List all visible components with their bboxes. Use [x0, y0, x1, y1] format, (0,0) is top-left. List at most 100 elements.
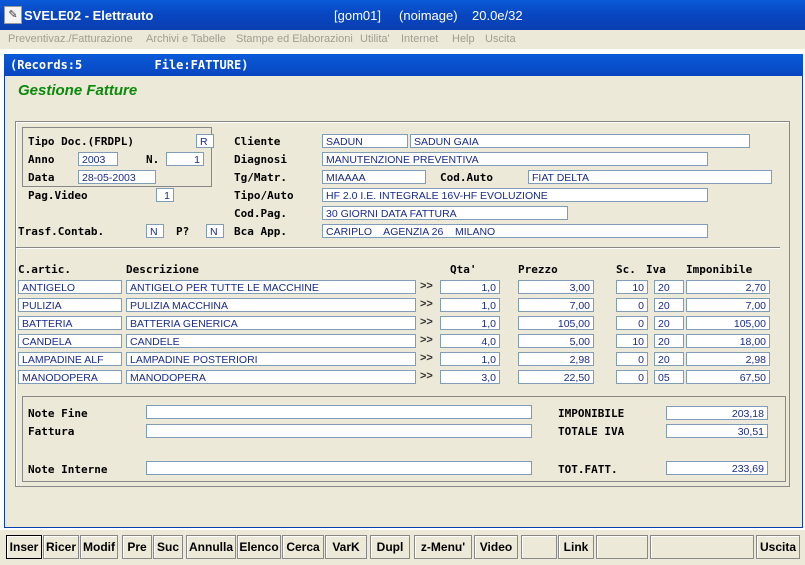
row-price[interactable]: 105,00: [518, 316, 594, 330]
uscita-button[interactable]: Uscita: [756, 535, 800, 559]
vark-button[interactable]: VarK: [325, 535, 367, 559]
row-code[interactable]: CANDELA: [18, 334, 122, 348]
data-field[interactable]: 28-05-2003: [78, 170, 156, 184]
row-qty[interactable]: 4,0: [440, 334, 500, 348]
row-sc[interactable]: 10: [616, 280, 648, 294]
elenco-button[interactable]: Elenco: [237, 535, 281, 559]
modif-button[interactable]: Modif: [80, 535, 118, 559]
anno-field[interactable]: 2003: [78, 152, 118, 166]
row-iva[interactable]: 20: [654, 280, 684, 294]
row-iva[interactable]: 20: [654, 298, 684, 312]
suc-button[interactable]: Suc: [153, 535, 183, 559]
row-imp[interactable]: 7,00: [686, 298, 770, 312]
empty-button-2[interactable]: [596, 535, 648, 559]
dupl-button[interactable]: Dupl: [370, 535, 410, 559]
row-desc[interactable]: ANTIGELO PER TUTTE LE MACCHINE: [126, 280, 416, 294]
video-button[interactable]: Video: [474, 535, 518, 559]
row-qty[interactable]: 1,0: [440, 316, 500, 330]
row-detail-button[interactable]: >>: [420, 370, 433, 382]
tot-fatt-field[interactable]: 233,69: [666, 461, 768, 475]
row-imp[interactable]: 67,50: [686, 370, 770, 384]
empty-button-3[interactable]: [650, 535, 754, 559]
note-interne-field[interactable]: [146, 461, 532, 475]
row-price[interactable]: 3,00: [518, 280, 594, 294]
row-code[interactable]: PULIZIA: [18, 298, 122, 312]
row-iva[interactable]: 20: [654, 316, 684, 330]
totale-iva-field[interactable]: 30,51: [666, 424, 768, 438]
tipoauto-field[interactable]: HF 2.0 I.E. INTEGRALE 16V-HF EVOLUZIONE: [322, 188, 708, 202]
codpag-field[interactable]: 30 GIORNI DATA FATTURA: [322, 206, 568, 220]
menu-preventivaz[interactable]: Preventivaz./Fatturazione: [8, 33, 133, 45]
menu-internet[interactable]: Internet: [401, 33, 438, 45]
menu-stampe[interactable]: Stampe ed Elaborazioni: [236, 33, 353, 45]
z-menu-button[interactable]: z-Menu': [414, 535, 472, 559]
diagnosi-field[interactable]: MANUTENZIONE PREVENTIVA: [322, 152, 708, 166]
menu-archivi[interactable]: Archivi e Tabelle: [146, 33, 226, 45]
row-iva[interactable]: 20: [654, 334, 684, 348]
row-imp[interactable]: 105,00: [686, 316, 770, 330]
row-price[interactable]: 7,00: [518, 298, 594, 312]
app-icon[interactable]: ✎: [4, 6, 22, 24]
p-field[interactable]: N: [206, 224, 224, 238]
row-desc[interactable]: PULIZIA MACCHINA: [126, 298, 416, 312]
pre-button[interactable]: Pre: [122, 535, 152, 559]
annulla-button[interactable]: Annulla: [186, 535, 236, 559]
row-code[interactable]: ANTIGELO: [18, 280, 122, 294]
row-price[interactable]: 22,50: [518, 370, 594, 384]
menu-uscita[interactable]: Uscita: [485, 33, 516, 45]
imponibile-field[interactable]: 203,18: [666, 406, 768, 420]
col-header-code: C.artic.: [18, 263, 71, 276]
row-sc[interactable]: 10: [616, 334, 648, 348]
row-iva[interactable]: 05: [654, 370, 684, 384]
row-code[interactable]: BATTERIA: [18, 316, 122, 330]
row-desc[interactable]: CANDELE: [126, 334, 416, 348]
col-header-desc: Descrizione: [126, 263, 199, 276]
row-detail-button[interactable]: >>: [420, 280, 433, 292]
cliente-name-field[interactable]: SADUN GAIA: [410, 134, 750, 148]
row-qty[interactable]: 1,0: [440, 352, 500, 366]
row-detail-button[interactable]: >>: [420, 316, 433, 328]
ricer-button[interactable]: Ricer: [43, 535, 79, 559]
row-desc[interactable]: LAMPADINE POSTERIORI: [126, 352, 416, 366]
menu-help[interactable]: Help: [452, 33, 475, 45]
row-desc[interactable]: BATTERIA GENERICA: [126, 316, 416, 330]
note-fine-field[interactable]: [146, 405, 532, 419]
row-qty[interactable]: 1,0: [440, 298, 500, 312]
trasf-field[interactable]: N: [146, 224, 164, 238]
child-title: (Records:5 File:FATTURE): [10, 58, 249, 72]
row-sc[interactable]: 0: [616, 352, 648, 366]
fattura-label: Fattura: [28, 425, 75, 438]
empty-button-1[interactable]: [521, 535, 557, 559]
row-price[interactable]: 5,00: [518, 334, 594, 348]
row-imp[interactable]: 2,70: [686, 280, 770, 294]
row-code[interactable]: MANODOPERA: [18, 370, 122, 384]
row-detail-button[interactable]: >>: [420, 298, 433, 310]
codauto-field[interactable]: FIAT DELTA: [528, 170, 772, 184]
row-sc[interactable]: 0: [616, 370, 648, 384]
menu-utilita[interactable]: Utilita': [360, 33, 390, 45]
codpag-label: Cod.Pag.: [234, 207, 287, 220]
row-imp[interactable]: 18,00: [686, 334, 770, 348]
cliente-code-field[interactable]: SADUN: [322, 134, 408, 148]
row-qty[interactable]: 3,0: [440, 370, 500, 384]
row-price[interactable]: 2,98: [518, 352, 594, 366]
n-field[interactable]: 1: [166, 152, 204, 166]
row-desc[interactable]: MANODOPERA: [126, 370, 416, 384]
fattura-field[interactable]: [146, 424, 532, 438]
row-qty[interactable]: 1,0: [440, 280, 500, 294]
inser-button[interactable]: Inser: [6, 535, 42, 559]
row-imp[interactable]: 2,98: [686, 352, 770, 366]
row-detail-button[interactable]: >>: [420, 334, 433, 346]
bca-field[interactable]: CARIPLO AGENZIA 26 MILANO: [322, 224, 708, 238]
row-iva[interactable]: 20: [654, 352, 684, 366]
row-code[interactable]: LAMPADINE ALF: [18, 352, 122, 366]
row-sc[interactable]: 0: [616, 316, 648, 330]
window-info: [gom01] (noimage) 20.0e/32: [334, 8, 523, 23]
tipo-doc-field[interactable]: R: [196, 134, 214, 148]
tgmatr-field[interactable]: MIAAAA: [322, 170, 426, 184]
row-sc[interactable]: 0: [616, 298, 648, 312]
pagvideo-field[interactable]: 1: [156, 188, 174, 202]
row-detail-button[interactable]: >>: [420, 352, 433, 364]
cerca-button[interactable]: Cerca: [282, 535, 324, 559]
link-button[interactable]: Link: [558, 535, 594, 559]
